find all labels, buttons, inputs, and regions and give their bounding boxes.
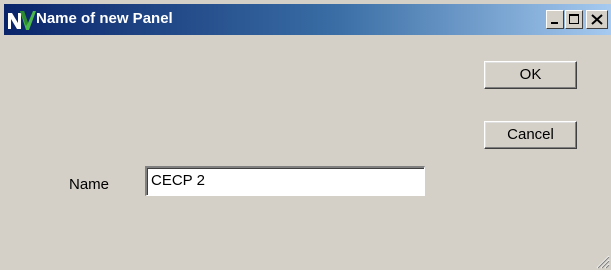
minimize-icon (551, 22, 558, 24)
maximize-button[interactable] (565, 10, 583, 29)
close-icon (591, 14, 603, 25)
maximize-icon (569, 14, 579, 24)
dialog-window: Name of new Panel OK Cancel Name (0, 0, 611, 270)
ok-button[interactable]: OK (484, 61, 577, 89)
name-label: Name (69, 176, 110, 193)
window-title: Name of new Panel (36, 10, 173, 27)
nv-logo-icon (7, 8, 37, 32)
minimize-button[interactable] (546, 10, 564, 29)
close-button[interactable] (586, 10, 608, 29)
title-bar[interactable]: Name of new Panel (4, 4, 611, 35)
resize-grip-icon[interactable] (594, 253, 610, 269)
name-input[interactable] (145, 166, 425, 196)
cancel-button[interactable]: Cancel (484, 121, 577, 149)
